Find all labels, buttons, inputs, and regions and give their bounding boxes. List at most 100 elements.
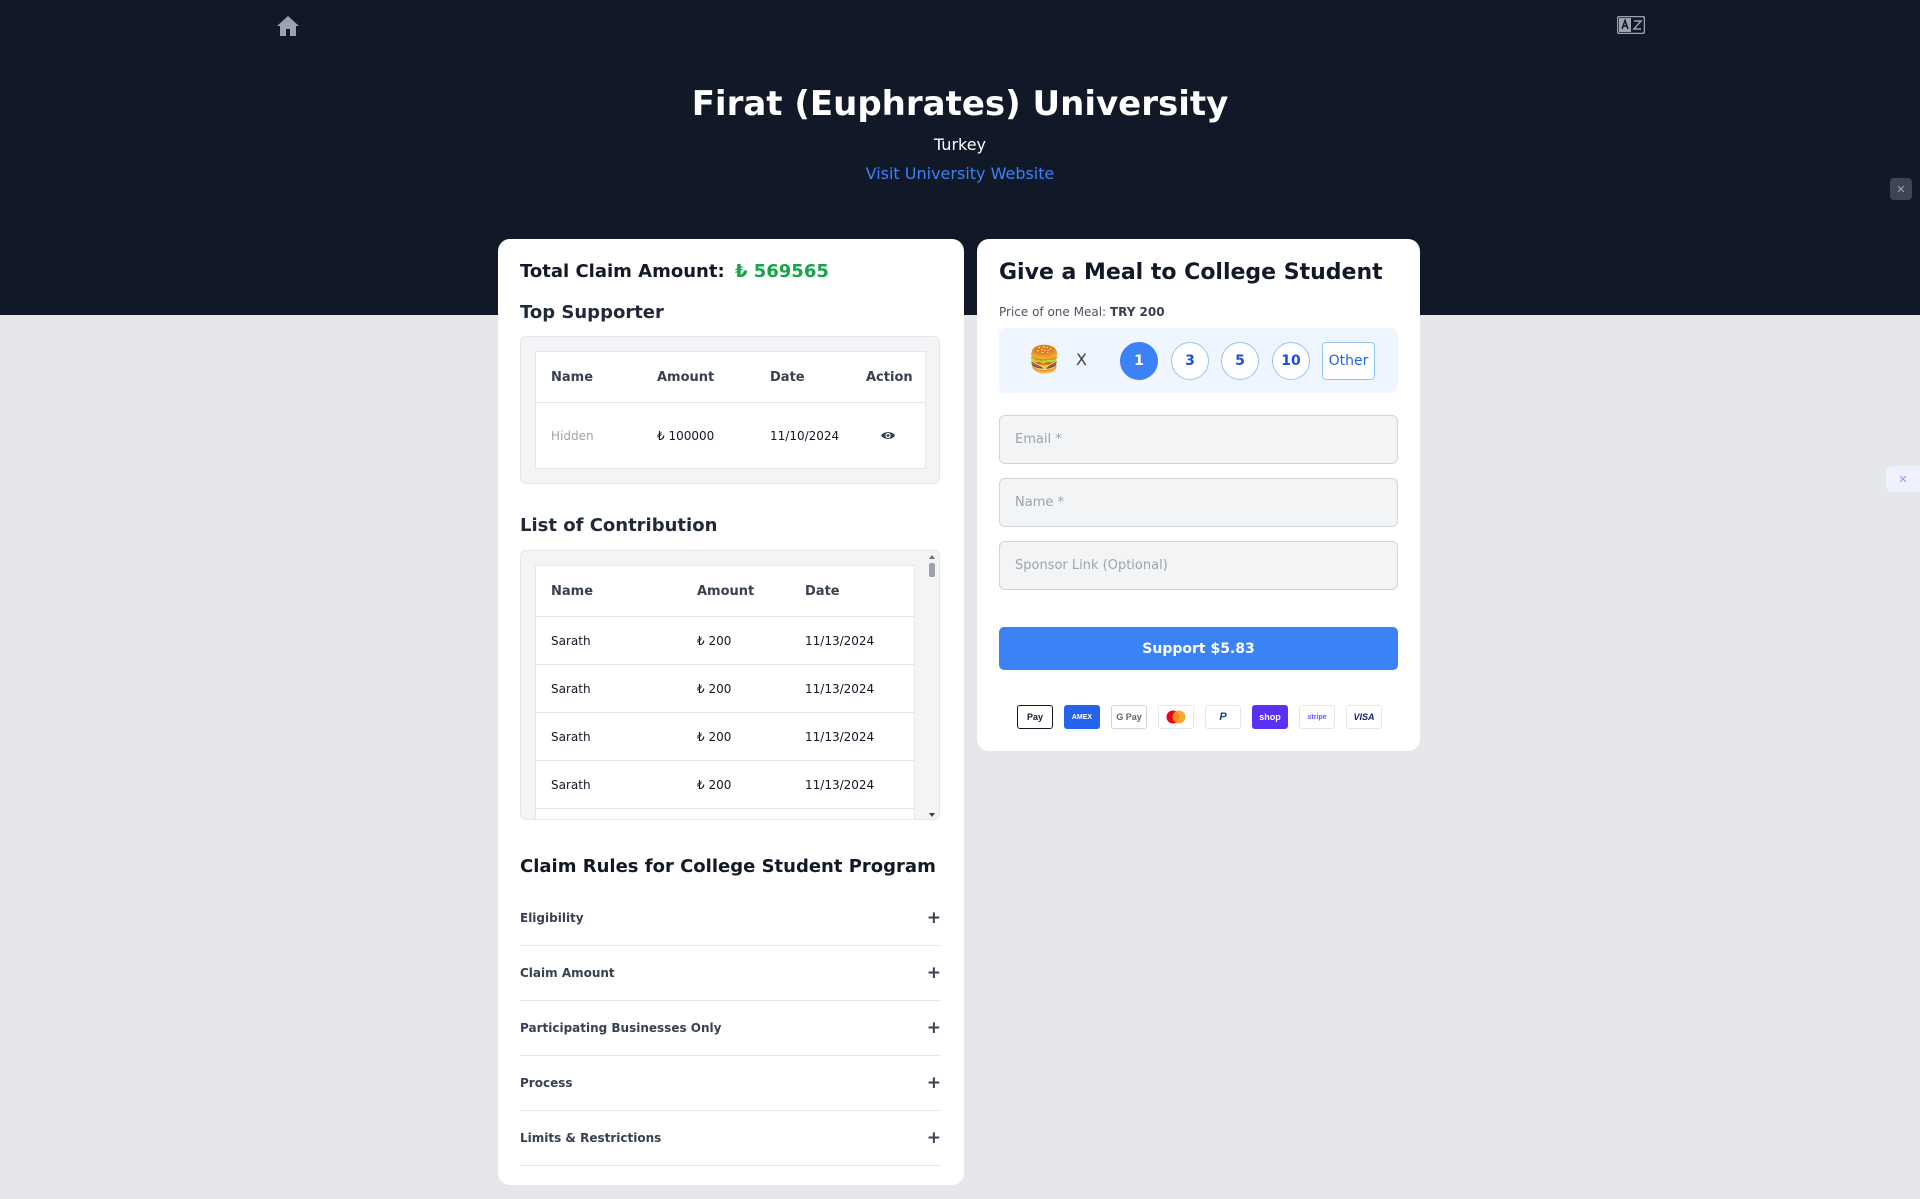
meal-price-value: TRY 200 — [1109, 305, 1165, 319]
top-supporter-table: Name Amount Date Action Hidden ₺ 100000 … — [535, 351, 926, 469]
sponsor-link-field[interactable] — [999, 541, 1398, 590]
contribution-amount: ₺ 200 — [697, 777, 732, 792]
contributor-name: Sarath — [551, 729, 591, 744]
shop-pay-label: shop — [1259, 712, 1281, 722]
table-row: Hidden ₺ 100000 11/10/2024 — [536, 403, 925, 468]
email-field[interactable] — [999, 415, 1398, 464]
claim-rules-heading: Claim Rules for College Student Program — [520, 856, 936, 877]
language-button[interactable] — [1617, 14, 1645, 36]
scroll-down-arrow[interactable] — [929, 813, 935, 817]
contribution-list-container[interactable]: Name Amount Date Sarath ₺ 200 11/13/2024… — [520, 550, 940, 820]
eye-icon — [881, 432, 895, 439]
contribution-date: 11/13/2024 — [805, 777, 875, 792]
burger-icon: 🍔 — [1028, 345, 1061, 375]
expand-plus-icon: + — [926, 963, 941, 983]
rule-label: Process — [520, 1076, 573, 1090]
widget-icon: ✕ — [1896, 182, 1906, 196]
apple-pay-icon: Pay — [1017, 705, 1053, 729]
contributor-name: Sarath — [551, 633, 591, 648]
top-supporter-heading: Top Supporter — [520, 302, 664, 323]
contribution-date: 11/13/2024 — [805, 681, 875, 696]
total-claim: Total Claim Amount: ₺ 569565 — [520, 261, 829, 282]
meal-price: Price of one Meal: TRY 200 — [999, 305, 1165, 319]
column-header-date: Date — [770, 369, 805, 385]
donation-card: Give a Meal to College Student Price of … — [977, 239, 1420, 751]
contribution-table: Name Amount Date Sarath ₺ 200 11/13/2024… — [535, 565, 915, 819]
rule-limits-restrictions[interactable]: Limits & Restrictions + — [520, 1111, 941, 1166]
university-country: Turkey — [933, 135, 987, 154]
column-header-date: Date — [805, 583, 840, 599]
rule-label: Participating Businesses Only — [520, 1021, 722, 1035]
rule-label: Limits & Restrictions — [520, 1131, 662, 1145]
supporter-amount: ₺ 100000 — [657, 428, 715, 443]
translate-icon — [1617, 16, 1645, 34]
column-header-name: Name — [551, 369, 594, 385]
contribution-amount: ₺ 200 — [697, 729, 732, 744]
contributor-name: Sarath — [551, 777, 591, 792]
assistant-icon: ✕ — [1898, 472, 1908, 486]
contribution-scrollbar[interactable] — [927, 555, 937, 817]
quantity-option-5[interactable]: 5 — [1221, 342, 1259, 380]
multiply-sign: X — [1076, 350, 1087, 369]
contribution-amount: ₺ 200 — [697, 681, 732, 696]
top-supporter-container: Name Amount Date Action Hidden ₺ 100000 … — [520, 336, 940, 484]
visit-website-link-row: Visit University Website — [0, 164, 1920, 183]
home-button[interactable] — [273, 11, 303, 41]
expand-plus-icon: + — [926, 1018, 941, 1038]
amex-icon: AMEX — [1064, 705, 1100, 729]
expand-plus-icon: + — [926, 1073, 941, 1093]
expand-plus-icon: + — [926, 908, 941, 928]
paypal-label: P — [1219, 711, 1227, 723]
rule-participating-businesses[interactable]: Participating Businesses Only + — [520, 1001, 941, 1056]
supporter-name: Hidden — [551, 428, 594, 443]
claim-card: Total Claim Amount: ₺ 569565 Top Support… — [498, 239, 964, 1185]
quantity-option-10[interactable]: 10 — [1272, 342, 1310, 380]
stripe-icon: stripe — [1299, 705, 1335, 729]
contribution-amount: ₺ 200 — [697, 633, 732, 648]
floating-assistant-tab[interactable]: ✕ — [1886, 466, 1920, 492]
rule-label: Eligibility — [520, 911, 584, 925]
total-claim-value: ₺ 569565 — [734, 261, 829, 282]
donation-title: Give a Meal to College Student — [999, 260, 1383, 285]
contributor-name: Sarath — [551, 681, 591, 696]
rule-eligibility[interactable]: Eligibility + — [520, 891, 941, 946]
column-header-action: Action — [866, 369, 913, 385]
name-field[interactable] — [999, 478, 1398, 527]
column-header-amount: Amount — [697, 583, 755, 599]
expand-plus-icon: + — [926, 1128, 941, 1148]
apple-pay-label: Pay — [1026, 712, 1043, 722]
visa-label: VISA — [1353, 712, 1375, 722]
table-row: Sarath ₺ 200 11/13/2024 — [536, 617, 914, 665]
contribution-date: 11/13/2024 — [805, 729, 875, 744]
rule-label: Claim Amount — [520, 966, 615, 980]
table-row: Sarath ₺ 200 11/13/2024 — [536, 665, 914, 713]
stripe-label: stripe — [1307, 713, 1327, 721]
contribution-date: 11/13/2024 — [805, 633, 875, 648]
rule-process[interactable]: Process + — [520, 1056, 941, 1111]
home-icon — [277, 16, 299, 36]
rule-claim-amount[interactable]: Claim Amount + — [520, 946, 941, 1001]
amex-label: AMEX — [1071, 713, 1093, 721]
table-header-row: Name Amount Date — [536, 566, 914, 617]
scroll-thumb[interactable] — [929, 563, 935, 577]
mastercard-icon — [1158, 705, 1194, 729]
visit-website-link[interactable]: Visit University Website — [866, 164, 1055, 183]
supporter-date: 11/10/2024 — [770, 428, 840, 443]
google-pay-icon: G Pay — [1111, 705, 1147, 729]
table-row: Sarath ₺ 200 11/13/2024 — [536, 713, 914, 761]
quantity-option-other[interactable]: Other — [1322, 342, 1375, 380]
view-supporter-button[interactable] — [880, 403, 896, 468]
column-header-name: Name — [551, 583, 594, 599]
quantity-option-1[interactable]: 1 — [1120, 342, 1158, 380]
total-claim-label: Total Claim Amount: — [520, 261, 725, 282]
quantity-option-3[interactable]: 3 — [1171, 342, 1209, 380]
shop-pay-icon: shop — [1252, 705, 1288, 729]
table-row: Sarath ₺ 200 11/13/2024 — [536, 761, 914, 809]
scroll-up-arrow[interactable] — [929, 555, 935, 559]
column-header-amount: Amount — [657, 369, 715, 385]
university-title: Firat (Euphrates) University — [691, 84, 1229, 124]
support-button[interactable]: Support $5.83 — [999, 627, 1398, 670]
contribution-heading: List of Contribution — [520, 515, 718, 536]
meal-price-label: Price of one Meal: — [999, 305, 1107, 319]
paypal-icon: P — [1205, 705, 1241, 729]
